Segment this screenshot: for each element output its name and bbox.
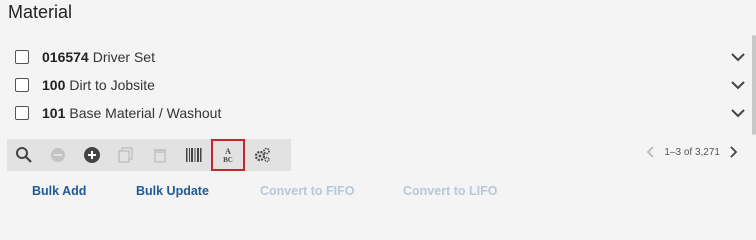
item-description: Base Material / Washout — [69, 105, 222, 121]
svg-text:A: A — [225, 147, 231, 156]
disable-button[interactable] — [41, 139, 75, 171]
item-code: 100 — [42, 77, 66, 93]
copy-icon — [118, 147, 133, 163]
bulk-add-button[interactable]: Bulk Add — [32, 184, 86, 198]
list-item[interactable]: 100 Dirt to Jobsite — [15, 72, 751, 98]
item-code: 016574 — [42, 49, 89, 65]
svg-text:BC: BC — [223, 156, 233, 164]
chevron-down-icon[interactable] — [729, 104, 747, 122]
copy-button[interactable] — [109, 139, 143, 171]
convert-fifo-button[interactable]: Convert to FIFO — [260, 184, 354, 198]
barcode-button[interactable] — [177, 139, 211, 171]
chevron-right-icon[interactable] — [726, 145, 740, 159]
search-icon — [16, 147, 32, 163]
trash-icon — [154, 149, 166, 163]
convert-lifo-button[interactable]: Convert to LIFO — [403, 184, 497, 198]
chevron-left-icon[interactable] — [644, 145, 658, 159]
pagination: 1–3 of 3,271 — [644, 145, 740, 159]
gears-icon — [254, 147, 270, 163]
scrollbar[interactable] — [752, 35, 756, 135]
list-item[interactable]: 016574 Driver Set — [15, 44, 751, 70]
abc-sort-icon: A BC — [223, 147, 233, 164]
chevron-down-icon[interactable] — [729, 48, 747, 66]
item-checkbox[interactable] — [15, 106, 29, 120]
toolbar: A BC — [7, 139, 291, 171]
add-circle-icon — [84, 147, 100, 163]
barcode-icon — [186, 148, 202, 162]
pagination-range: 1–3 of 3,271 — [664, 146, 720, 158]
add-button[interactable] — [75, 139, 109, 171]
item-checkbox[interactable] — [15, 78, 29, 92]
list-item[interactable]: 101 Base Material / Washout — [15, 100, 751, 126]
item-checkbox[interactable] — [15, 50, 29, 64]
item-code: 101 — [42, 105, 66, 121]
item-description: Driver Set — [92, 49, 155, 65]
block-icon — [51, 148, 65, 162]
search-button[interactable] — [7, 139, 41, 171]
item-description: Dirt to Jobsite — [69, 77, 155, 93]
abc-sort-button[interactable]: A BC — [211, 139, 245, 171]
chevron-down-icon[interactable] — [729, 76, 747, 94]
settings-button[interactable] — [245, 139, 279, 171]
section-title: Material — [8, 2, 73, 22]
delete-button[interactable] — [143, 139, 177, 171]
bulk-update-button[interactable]: Bulk Update — [136, 184, 209, 198]
